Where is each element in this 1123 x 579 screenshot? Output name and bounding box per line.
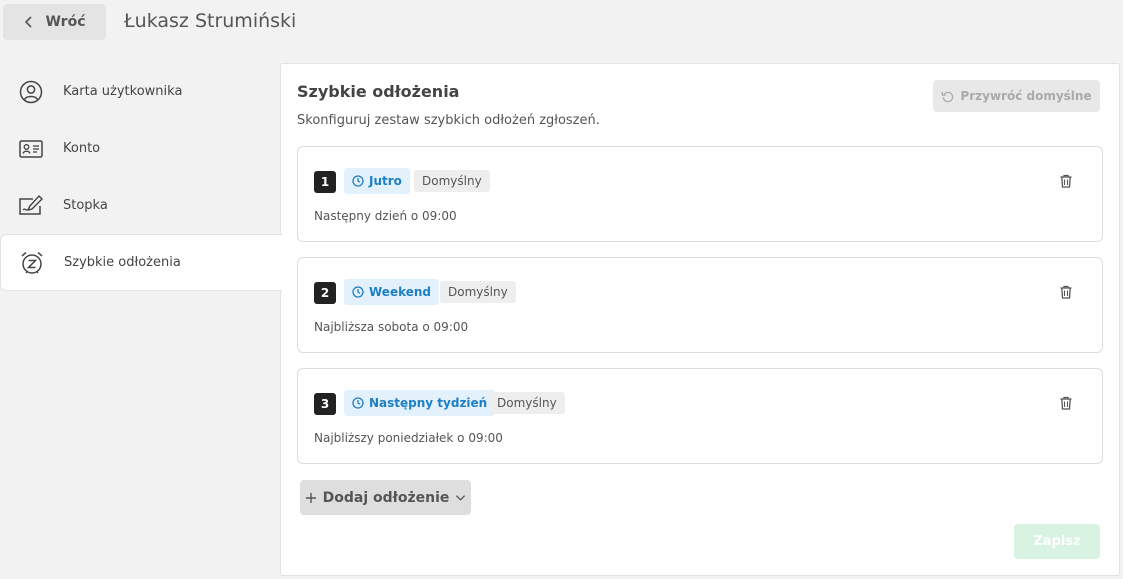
- snooze-name: Weekend: [369, 285, 432, 299]
- trash-icon[interactable]: [1058, 173, 1074, 189]
- signature-pen-icon: [17, 192, 45, 220]
- panel-title: Szybkie odłożenia: [297, 82, 460, 101]
- snooze-card: 2 Weekend Domyślny Najbliższa sobota o 0…: [297, 257, 1103, 353]
- snooze-description: Najbliższy poniedziałek o 09:00: [314, 431, 503, 445]
- snooze-card: 1 Jutro Domyślny Następny dzień o 09:00: [297, 146, 1103, 242]
- sidebar: Karta użytkownika Konto Stopka Szybkie o…: [0, 63, 282, 291]
- sidebar-item-quick-snoozes[interactable]: Szybkie odłożenia: [0, 234, 282, 291]
- page-title: Łukasz Strumiński: [124, 10, 297, 32]
- add-snooze-button[interactable]: Dodaj odłożenie: [300, 480, 471, 515]
- snooze-name: Jutro: [369, 174, 402, 188]
- user-circle-icon: [17, 78, 45, 106]
- chevron-down-icon: [456, 495, 466, 501]
- trash-icon[interactable]: [1058, 284, 1074, 300]
- sidebar-item-account[interactable]: Konto: [0, 120, 281, 177]
- chevron-left-icon: [25, 16, 33, 28]
- save-button[interactable]: Zapisz: [1014, 524, 1100, 559]
- restore-defaults-label: Przywróć domyślne: [960, 89, 1092, 103]
- snooze-card: 3 Następny tydzień Domyślny Najbliższy p…: [297, 368, 1103, 464]
- undo-icon: [942, 91, 954, 102]
- sidebar-item-user-card[interactable]: Karta użytkownika: [0, 63, 281, 120]
- clock-icon: [352, 175, 364, 187]
- snooze-description: Najbliższa sobota o 09:00: [314, 320, 469, 334]
- snooze-name: Następny tydzień: [369, 396, 488, 410]
- panel-subtitle: Skonfiguruj zestaw szybkich odłożeń zgło…: [297, 113, 600, 128]
- snooze-alarm-icon: [18, 249, 46, 277]
- sidebar-item-label: Stopka: [63, 198, 108, 213]
- plus-icon: [305, 492, 316, 503]
- top-bar: Wróć Łukasz Strumiński: [0, 0, 1123, 44]
- snooze-name-chip[interactable]: Jutro: [344, 168, 410, 194]
- snooze-name-chip[interactable]: Weekend: [344, 279, 440, 305]
- sidebar-item-label: Konto: [63, 141, 101, 156]
- snooze-number: 2: [314, 282, 336, 304]
- restore-defaults-button[interactable]: Przywróć domyślne: [933, 80, 1100, 112]
- sidebar-item-footer[interactable]: Stopka: [0, 177, 281, 234]
- add-snooze-label: Dodaj odłożenie: [322, 489, 450, 506]
- back-button[interactable]: Wróć: [3, 4, 106, 40]
- snooze-number: 3: [314, 393, 336, 415]
- default-badge: Domyślny: [440, 281, 516, 303]
- quick-snoozes-panel: Szybkie odłożenia Skonfiguruj zestaw szy…: [280, 63, 1120, 576]
- trash-icon[interactable]: [1058, 395, 1074, 411]
- snooze-name-chip[interactable]: Następny tydzień: [344, 390, 496, 416]
- sidebar-item-label: Karta użytkownika: [63, 84, 183, 99]
- default-badge: Domyślny: [489, 392, 565, 414]
- id-card-icon: [17, 135, 45, 163]
- snooze-number: 1: [314, 171, 336, 193]
- snooze-description: Następny dzień o 09:00: [314, 209, 457, 223]
- clock-icon: [352, 286, 364, 298]
- clock-icon: [352, 397, 364, 409]
- back-button-label: Wróć: [45, 14, 86, 30]
- sidebar-item-label: Szybkie odłożenia: [64, 255, 181, 270]
- default-badge: Domyślny: [414, 170, 490, 192]
